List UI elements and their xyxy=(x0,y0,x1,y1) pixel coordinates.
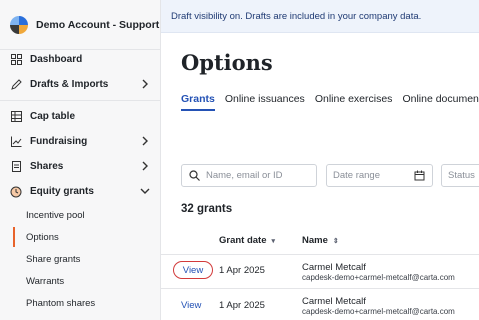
sidebar-subitem-label: Incentive pool xyxy=(26,209,85,221)
grantee-name: Carmel Metcalf xyxy=(302,262,366,273)
sidebar-item-drafts-imports[interactable]: Drafts & Imports xyxy=(0,72,160,97)
tab-bar: Grants Online issuances Online exercises… xyxy=(181,93,479,111)
pencil-icon xyxy=(10,79,22,91)
table-divider xyxy=(161,254,479,255)
sidebar: Demo Account - Support Dashboard Drafts … xyxy=(0,0,161,320)
grantee-name: Carmel Metcalf xyxy=(302,296,366,307)
company-logo-icon xyxy=(10,15,28,34)
sidebar-subitem-label: Share grants xyxy=(26,253,81,265)
sidebar-item-label: Equity grants xyxy=(30,186,94,197)
tab-grants[interactable]: Grants xyxy=(181,93,215,111)
chevron-right-icon[interactable] xyxy=(139,78,151,90)
draft-visibility-banner: Draft visibility on. Drafts are included… xyxy=(161,0,479,33)
sidebar-subitem-share-grants[interactable]: Share grants xyxy=(0,248,160,270)
column-header-grant-date[interactable]: Grant date ▾ xyxy=(219,235,275,246)
sidebar-item-equity-grants[interactable]: Equity grants xyxy=(0,179,160,204)
sidebar-item-label: Cap table xyxy=(30,111,76,122)
sort-icon: ⇕ xyxy=(332,237,339,245)
sidebar-item-label: Dashboard xyxy=(30,54,83,65)
sort-desc-icon: ▾ xyxy=(271,237,276,245)
sidebar-subitem-incentive-pool[interactable]: Incentive pool xyxy=(0,204,160,226)
page-title: Options xyxy=(181,50,273,75)
clock-icon xyxy=(10,186,22,198)
sidebar-nav: Dashboard Drafts & Imports Cap table Fun… xyxy=(0,47,160,314)
search-input[interactable] xyxy=(206,170,306,181)
chevron-right-icon[interactable] xyxy=(139,135,151,147)
chevron-down-icon[interactable] xyxy=(139,185,151,197)
calendar-icon xyxy=(414,170,425,181)
sidebar-subitem-warrants[interactable]: Warrants xyxy=(0,270,160,292)
sidebar-item-dashboard[interactable]: Dashboard xyxy=(0,47,160,72)
sidebar-subitem-label: Warrants xyxy=(26,275,65,287)
sidebar-item-label: Drafts & Imports xyxy=(30,79,109,90)
column-header-label: Grant date xyxy=(219,235,267,246)
grantee-email: capdesk-demo+carmel-metcalf@carta.com xyxy=(302,307,455,316)
sidebar-subitem-phantom-shares[interactable]: Phantom shares xyxy=(0,292,160,314)
sidebar-subitem-label: Options xyxy=(26,231,59,243)
sidebar-item-label: Fundraising xyxy=(30,136,88,147)
account-name: Demo Account - Support xyxy=(36,18,160,31)
status-placeholder: Status xyxy=(448,170,475,181)
view-link-label: View xyxy=(182,264,204,276)
date-range-placeholder: Date range xyxy=(333,170,381,181)
view-link[interactable]: View xyxy=(181,300,201,311)
main-content: Draft visibility on. Drafts are included… xyxy=(161,0,479,320)
search-box[interactable] xyxy=(181,164,317,187)
chevron-right-icon[interactable] xyxy=(139,160,151,172)
grant-date-cell: 1 Apr 2025 xyxy=(219,300,265,311)
grant-date-cell: 1 Apr 2025 xyxy=(219,265,265,276)
sidebar-item-cap-table[interactable]: Cap table xyxy=(0,104,160,129)
sidebar-item-label: Shares xyxy=(30,161,64,172)
table-divider xyxy=(161,288,479,289)
column-header-label: Name xyxy=(302,235,328,246)
divider xyxy=(0,100,160,101)
document-icon xyxy=(10,161,22,173)
table-icon xyxy=(10,111,22,123)
account-switcher[interactable]: Demo Account - Support xyxy=(0,0,160,50)
chart-icon xyxy=(10,136,22,148)
date-range-picker[interactable]: Date range xyxy=(326,164,433,187)
tab-online-exercises[interactable]: Online exercises xyxy=(315,93,393,111)
tab-online-issuances[interactable]: Online issuances xyxy=(225,93,305,111)
grantee-email: capdesk-demo+carmel-metcalf@carta.com xyxy=(302,273,455,282)
sidebar-subitem-options[interactable]: Options xyxy=(0,226,160,248)
tab-online-documents[interactable]: Online documen xyxy=(402,93,478,111)
grid-icon xyxy=(10,54,22,66)
sidebar-item-shares[interactable]: Shares xyxy=(0,154,160,179)
search-icon xyxy=(189,170,200,181)
sidebar-subitem-label: Phantom shares xyxy=(26,297,96,309)
status-filter[interactable]: Status xyxy=(441,164,479,187)
sidebar-item-fundraising[interactable]: Fundraising xyxy=(0,129,160,154)
grants-count: 32 grants xyxy=(181,203,233,215)
view-link[interactable]: View xyxy=(173,261,213,279)
column-header-name[interactable]: Name ⇕ xyxy=(302,235,339,246)
